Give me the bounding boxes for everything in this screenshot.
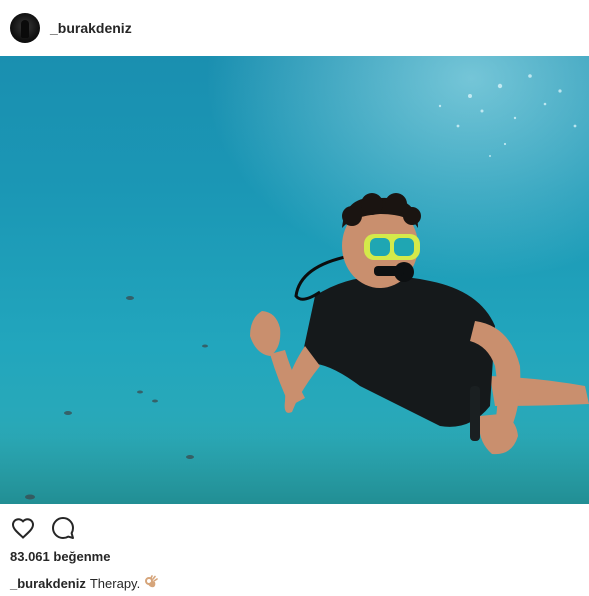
comment-icon[interactable]	[50, 515, 76, 541]
avatar-silhouette	[21, 20, 29, 38]
heart-icon[interactable]	[10, 515, 36, 541]
post-actions	[0, 512, 90, 544]
underwater-diver-image	[0, 56, 589, 504]
avatar[interactable]	[10, 13, 40, 43]
ok-hand-emoji-icon	[144, 575, 159, 592]
post-photo[interactable]	[0, 56, 589, 504]
likes-count[interactable]: 83.061 beğenme	[10, 549, 110, 564]
caption-username[interactable]: _burakdeniz	[10, 576, 86, 591]
post-caption: _burakdeniz Therapy.	[10, 575, 159, 592]
post-username[interactable]: _burakdeniz	[50, 20, 132, 36]
caption-text: Therapy.	[89, 576, 141, 591]
post-header: _burakdeniz	[0, 0, 589, 56]
